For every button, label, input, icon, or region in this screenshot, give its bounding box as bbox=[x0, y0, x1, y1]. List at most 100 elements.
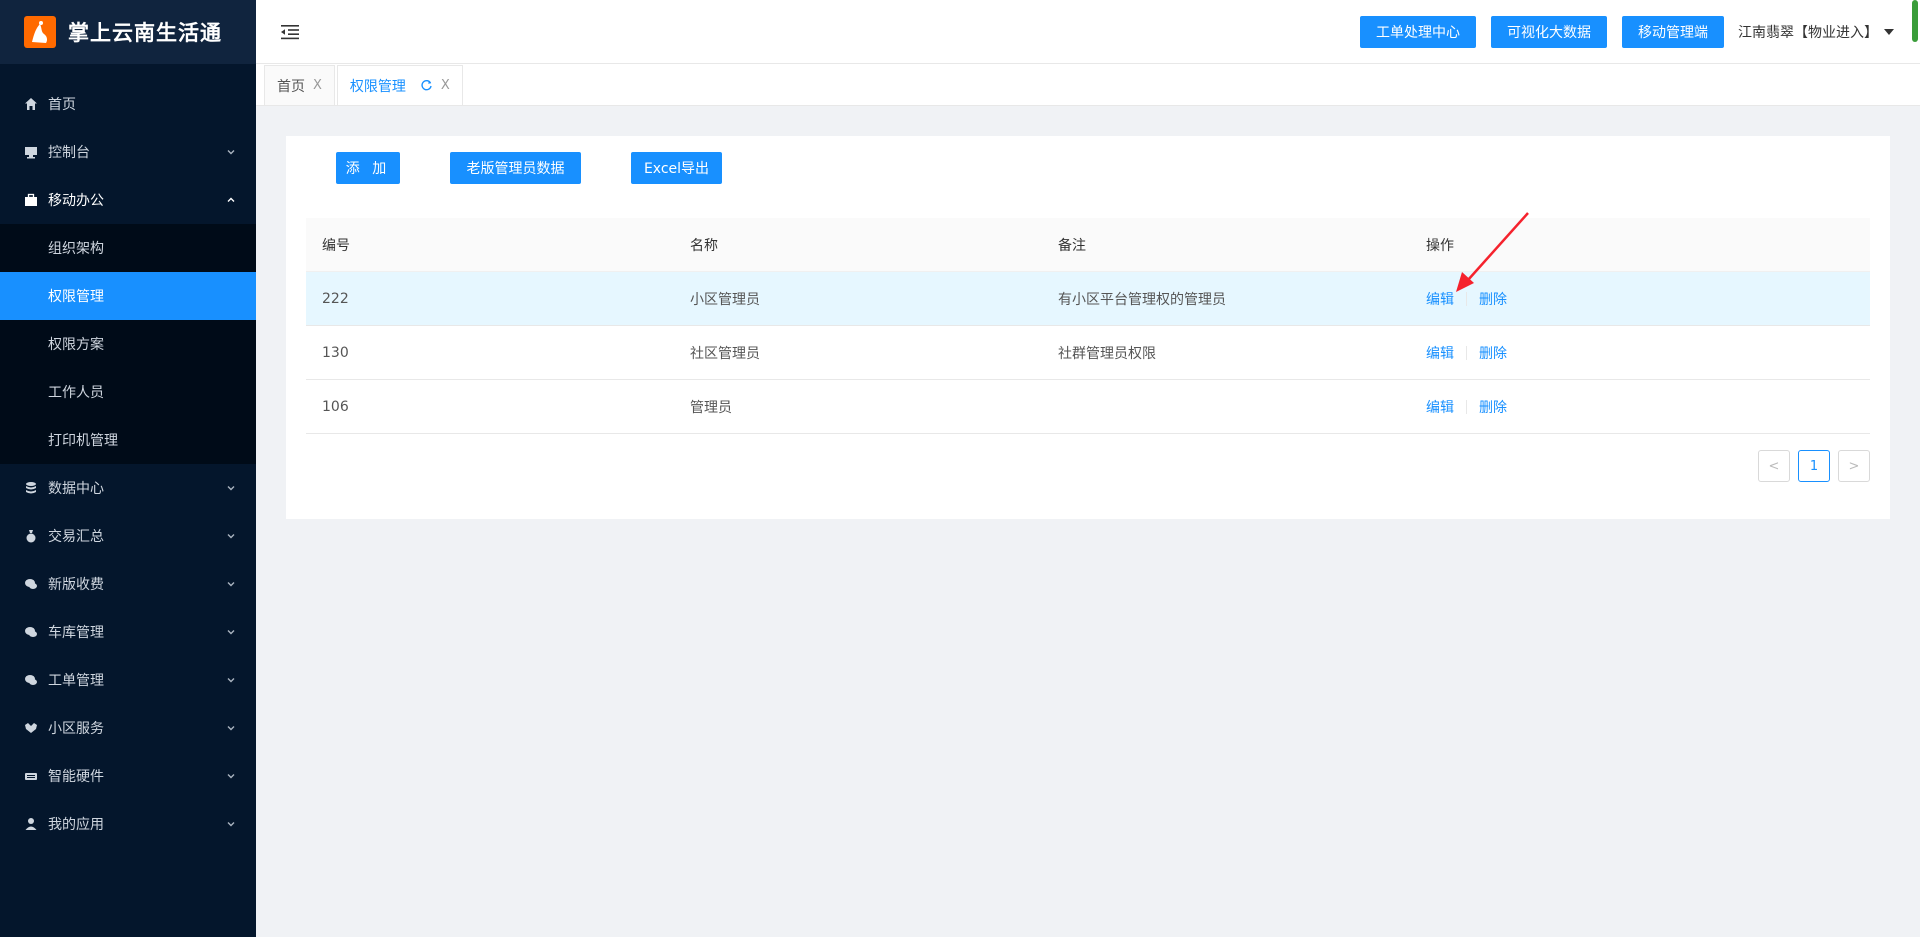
prev-page-button[interactable]: < bbox=[1758, 450, 1790, 482]
table-row: 106 管理员 编辑 删除 bbox=[306, 380, 1870, 434]
table-row: 222 小区管理员 有小区平台管理权的管理员 编辑 删除 bbox=[306, 272, 1870, 326]
user-dropdown[interactable]: 江南翡翠【物业进入】 bbox=[1738, 22, 1894, 42]
sidebar-item-org-structure[interactable]: 组织架构 bbox=[0, 224, 256, 272]
database-icon bbox=[24, 481, 38, 495]
work-order-center-button[interactable]: 工单处理中心 bbox=[1360, 15, 1476, 48]
column-header-name: 名称 bbox=[690, 237, 718, 254]
sidebar-item-data-center[interactable]: 数据中心 bbox=[0, 464, 256, 512]
chat-icon bbox=[24, 577, 38, 591]
home-icon bbox=[24, 97, 38, 111]
sidebar-item-label: 交易汇总 bbox=[48, 529, 104, 545]
next-page-button[interactable]: > bbox=[1838, 450, 1870, 482]
edit-link[interactable]: 编辑 bbox=[1426, 343, 1454, 363]
pagination: < 1 > bbox=[1750, 450, 1870, 482]
tab-label: 首页 bbox=[277, 78, 305, 95]
refresh-icon[interactable] bbox=[420, 79, 433, 92]
sidebar-item-permission-management[interactable]: 权限管理 bbox=[0, 272, 256, 320]
divider bbox=[1466, 291, 1467, 306]
permission-table: 编号 名称 备注 操作 222 小区管理员 有小区平台管理权的管理员 编辑 删除… bbox=[306, 218, 1870, 434]
sidebar-item-label: 车库管理 bbox=[48, 625, 104, 641]
cell-id: 106 bbox=[322, 398, 349, 415]
sidebar-item-permission-plan[interactable]: 权限方案 bbox=[0, 320, 256, 368]
cell-id: 222 bbox=[322, 290, 349, 307]
sidebar-item-mobile-office[interactable]: 移动办公 bbox=[0, 176, 256, 224]
sidebar-item-home[interactable]: 首页 bbox=[0, 80, 256, 128]
brand-title: 掌上云南生活通 bbox=[68, 21, 222, 45]
handshake-icon bbox=[24, 721, 38, 735]
sidebar-item-printer-management[interactable]: 打印机管理 bbox=[0, 416, 256, 464]
cell-name: 小区管理员 bbox=[690, 291, 760, 308]
cell-note: 有小区平台管理权的管理员 bbox=[1058, 291, 1226, 308]
sidebar-item-label: 工单管理 bbox=[48, 673, 104, 689]
sidebar-item-my-apps[interactable]: 我的应用 bbox=[0, 800, 256, 848]
page-1-button[interactable]: 1 bbox=[1798, 450, 1830, 482]
user-icon bbox=[24, 817, 38, 831]
content-card: 添 加 老版管理员数据 Excel导出 编号 名称 备注 操作 222 小区管理… bbox=[286, 136, 1890, 519]
top-header: 工单处理中心 可视化大数据 移动管理端 江南翡翠【物业进入】 bbox=[256, 0, 1920, 64]
visual-bigdata-button[interactable]: 可视化大数据 bbox=[1491, 15, 1607, 48]
close-icon[interactable]: X bbox=[313, 78, 322, 93]
delete-link[interactable]: 删除 bbox=[1479, 289, 1507, 309]
close-icon[interactable]: X bbox=[441, 78, 450, 93]
sidebar-item-label: 移动办公 bbox=[48, 193, 104, 209]
sidebar-menu: 首页 控制台 移动办公 组织架构 权限管理 权限方案 工作人员 打印机管理 数据… bbox=[0, 64, 256, 848]
tab-label: 权限管理 bbox=[349, 78, 406, 95]
mobile-management-button[interactable]: 移动管理端 bbox=[1622, 15, 1724, 48]
cell-actions: 编辑 删除 bbox=[1410, 397, 1870, 417]
monitor-icon bbox=[24, 145, 38, 159]
header-actions: 工单处理中心 可视化大数据 移动管理端 江南翡翠【物业进入】 bbox=[1345, 15, 1920, 48]
divider bbox=[1466, 345, 1467, 360]
chevron-down-icon bbox=[226, 579, 236, 589]
sidebar-item-staff[interactable]: 工作人员 bbox=[0, 368, 256, 416]
cell-name: 管理员 bbox=[690, 399, 732, 416]
keyboard-icon bbox=[24, 769, 38, 783]
cell-actions: 编辑 删除 bbox=[1410, 289, 1870, 309]
caret-down-icon bbox=[1884, 28, 1894, 35]
column-header-id: 编号 bbox=[322, 237, 350, 254]
divider bbox=[1466, 399, 1467, 414]
sidebar-item-work-orders[interactable]: 工单管理 bbox=[0, 656, 256, 704]
table-header-row: 编号 名称 备注 操作 bbox=[306, 218, 1870, 272]
cell-id: 130 bbox=[322, 344, 349, 361]
sidebar-item-label: 控制台 bbox=[48, 145, 90, 161]
sidebar-item-transactions[interactable]: 交易汇总 bbox=[0, 512, 256, 560]
tab-home[interactable]: 首页 X bbox=[264, 65, 335, 105]
chevron-down-icon bbox=[226, 819, 236, 829]
briefcase-icon bbox=[24, 193, 38, 207]
money-bag-icon bbox=[24, 529, 38, 543]
chevron-down-icon bbox=[226, 771, 236, 781]
brand: 掌上云南生活通 bbox=[0, 0, 256, 64]
toolbar: 添 加 老版管理员数据 Excel导出 bbox=[336, 152, 722, 184]
excel-export-button[interactable]: Excel导出 bbox=[631, 152, 722, 184]
sidebar-item-console[interactable]: 控制台 bbox=[0, 128, 256, 176]
table-row: 130 社区管理员 社群管理员权限 编辑 删除 bbox=[306, 326, 1870, 380]
chevron-down-icon bbox=[226, 723, 236, 733]
chat-icon bbox=[24, 673, 38, 687]
tab-permission-management[interactable]: 权限管理 X bbox=[336, 65, 463, 105]
edit-link[interactable]: 编辑 bbox=[1426, 289, 1454, 309]
old-admin-data-button[interactable]: 老版管理员数据 bbox=[450, 152, 581, 184]
sidebar-item-community-service[interactable]: 小区服务 bbox=[0, 704, 256, 752]
cell-name: 社区管理员 bbox=[690, 345, 760, 362]
delete-link[interactable]: 删除 bbox=[1479, 343, 1507, 363]
add-button[interactable]: 添 加 bbox=[336, 152, 400, 184]
sidebar-item-smart-hardware[interactable]: 智能硬件 bbox=[0, 752, 256, 800]
chevron-down-icon bbox=[226, 627, 236, 637]
sidebar-item-label: 新版收费 bbox=[48, 577, 104, 593]
sidebar-item-garage[interactable]: 车库管理 bbox=[0, 608, 256, 656]
menu-fold-icon[interactable] bbox=[280, 22, 300, 42]
scrollbar-thumb[interactable] bbox=[1912, 0, 1918, 42]
column-header-actions: 操作 bbox=[1426, 237, 1454, 254]
sidebar-item-label: 智能硬件 bbox=[48, 769, 104, 785]
sidebar-item-new-billing[interactable]: 新版收费 bbox=[0, 560, 256, 608]
sidebar-item-label: 小区服务 bbox=[48, 721, 104, 737]
chevron-down-icon bbox=[226, 147, 236, 157]
sidebar: 掌上云南生活通 首页 控制台 移动办公 组织架构 权限管理 权限方案 工作人员 … bbox=[0, 0, 256, 937]
column-header-note: 备注 bbox=[1058, 237, 1086, 254]
user-name: 江南翡翠【物业进入】 bbox=[1738, 24, 1878, 41]
chevron-down-icon bbox=[226, 531, 236, 541]
edit-link[interactable]: 编辑 bbox=[1426, 397, 1454, 417]
cell-note: 社群管理员权限 bbox=[1058, 345, 1156, 362]
delete-link[interactable]: 删除 bbox=[1479, 397, 1507, 417]
sidebar-item-label: 数据中心 bbox=[48, 481, 104, 497]
